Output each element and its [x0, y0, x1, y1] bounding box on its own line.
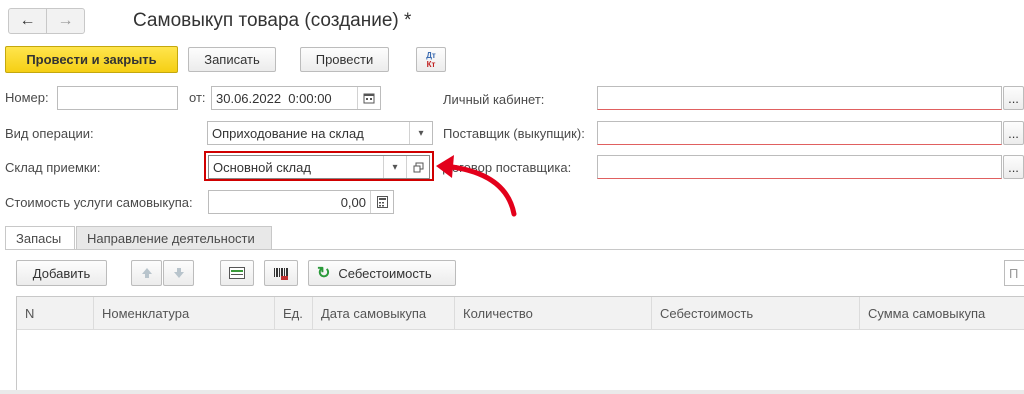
cabinet-select-button[interactable]: ... — [1003, 86, 1024, 110]
column-header-cost[interactable]: Себестоимость — [652, 297, 860, 329]
tab-stocks[interactable]: Запасы — [5, 226, 75, 250]
dt-label: Дт — [426, 50, 436, 60]
warehouse-select[interactable]: Основной склад ▾ — [208, 155, 430, 179]
supplier-label: Поставщик (выкупщик): — [443, 126, 585, 141]
calculator-icon[interactable] — [370, 191, 393, 213]
move-down-icon[interactable] — [163, 260, 194, 286]
search-placeholder: П — [1009, 265, 1019, 281]
operation-value: Оприходование на склад — [212, 125, 364, 141]
date-label: от: — [189, 90, 206, 105]
cabinet-label: Личный кабинет: — [443, 92, 545, 107]
tab-activity-direction[interactable]: Направление деятельности — [76, 226, 272, 250]
warehouse-value: Основной склад — [213, 159, 311, 175]
column-header-unit[interactable]: Ед. — [275, 297, 313, 329]
contract-field[interactable] — [597, 155, 1002, 179]
date-value: 30.06.2022 0:00:00 — [216, 90, 332, 106]
back-icon[interactable]: ← — [9, 9, 47, 33]
kt-label: Кт — [426, 59, 436, 69]
cost-button-label: Себестоимость — [338, 265, 432, 281]
history-nav: ← → — [8, 8, 85, 34]
service-cost-label: Стоимость услуги самовыкупа: — [5, 195, 193, 210]
number-label: Номер: — [5, 90, 49, 105]
dropdown-arrow-icon[interactable]: ▾ — [383, 156, 406, 178]
dropdown-arrow-icon[interactable]: ▾ — [409, 122, 432, 144]
service-cost-field[interactable]: 0,00 — [208, 190, 394, 214]
service-cost-value: 0,00 — [340, 194, 366, 210]
move-up-icon[interactable] — [131, 260, 162, 286]
stocks-table[interactable]: N Номенклатура Ед. Дата самовыкупа Колич… — [16, 296, 1024, 394]
column-header-n[interactable]: N — [17, 297, 94, 329]
dt-kt-icon[interactable]: Дт Кт — [416, 47, 446, 72]
forward-icon[interactable]: → — [47, 9, 84, 33]
search-input[interactable]: П — [1004, 260, 1024, 286]
supplier-select-button[interactable]: ... — [1003, 121, 1024, 145]
column-header-buyout-date[interactable]: Дата самовыкупа — [313, 297, 455, 329]
date-field[interactable]: 30.06.2022 0:00:00 — [211, 86, 381, 110]
column-header-buyout-sum[interactable]: Сумма самовыкупа — [860, 297, 1024, 329]
save-button[interactable]: Записать — [188, 47, 276, 72]
annotation-arrow-icon — [436, 155, 517, 217]
cost-button[interactable]: ↻ Себестоимость — [308, 260, 456, 286]
bottom-edge — [0, 390, 1024, 394]
operation-label: Вид операции: — [5, 126, 94, 141]
table-header: N Номенклатура Ед. Дата самовыкупа Колич… — [17, 297, 1024, 330]
operation-select[interactable]: Оприходование на склад ▾ — [207, 121, 433, 145]
column-header-quantity[interactable]: Количество — [455, 297, 652, 329]
calendar-icon[interactable] — [357, 87, 380, 109]
add-button[interactable]: Добавить — [16, 260, 107, 286]
page-title: Самовыкуп товара (создание) * — [133, 10, 412, 31]
post-and-close-button[interactable]: Провести и закрыть — [5, 46, 178, 73]
fill-table-icon[interactable] — [220, 260, 254, 286]
contract-select-button[interactable]: ... — [1003, 155, 1024, 179]
tab-divider — [5, 249, 1024, 250]
supplier-field[interactable] — [597, 121, 1002, 145]
number-field[interactable] — [57, 86, 178, 110]
warehouse-label: Склад приемки: — [5, 160, 101, 175]
refresh-icon: ↻ — [317, 265, 331, 282]
post-button[interactable]: Провести — [300, 47, 389, 72]
cabinet-field[interactable] — [597, 86, 1002, 110]
open-form-icon[interactable] — [406, 156, 429, 178]
column-header-nomenclature[interactable]: Номенклатура — [94, 297, 275, 329]
barcode-icon[interactable] — [264, 260, 298, 286]
